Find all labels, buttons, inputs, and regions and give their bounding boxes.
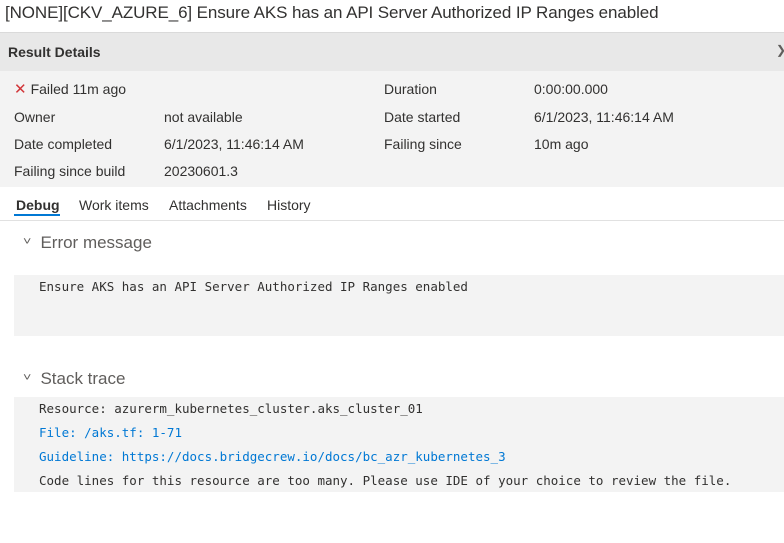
failing-since-build-label: Failing since build (14, 163, 126, 179)
error-message-text: Ensure AKS has an API Server Authorized … (39, 279, 468, 294)
duration-value: 0:00:00.000 (534, 81, 608, 97)
failing-since-label: Failing since (384, 136, 462, 152)
result-details-title: Result Details (8, 44, 101, 60)
status-text: Failed 11m ago (30, 81, 127, 97)
tab-history[interactable]: History (267, 197, 311, 213)
stack-trace-box: Resource: azurerm_kubernetes_cluster.aks… (14, 397, 784, 492)
error-message-toggle[interactable]: ˅ Error message (23, 233, 152, 253)
tab-work-items[interactable]: Work items (79, 197, 149, 213)
stack-line-resource: Resource: azurerm_kubernetes_cluster.aks… (39, 401, 423, 416)
owner-label: Owner (14, 109, 56, 125)
date-started-value: 6/1/2023, 11:46:14 AM (534, 109, 674, 125)
error-message-title: Error message (40, 233, 152, 252)
tab-debug[interactable]: Debug (16, 197, 60, 213)
date-completed-label: Date completed (14, 136, 113, 152)
owner-value: not available (164, 109, 243, 125)
chevron-down-icon: ˅ (23, 236, 32, 248)
chevron-icon[interactable]: ❯ (776, 43, 784, 57)
status-row: ✕ Failed 11m ago (14, 80, 126, 98)
page-title: [NONE][CKV_AZURE_6] Ensure AKS has an AP… (5, 3, 659, 22)
failing-since-value: 10m ago (534, 136, 589, 152)
tab-bar: Debug Work items Attachments History (0, 188, 784, 221)
stack-line-file-link[interactable]: File: /aks.tf: 1-71 (39, 425, 182, 440)
stack-trace-title: Stack trace (40, 369, 126, 388)
result-details-header[interactable]: Result Details ❯ (0, 32, 784, 72)
duration-label: Duration (384, 81, 437, 97)
stack-line-note: Code lines for this resource are too man… (39, 473, 732, 488)
failing-since-build-value: 20230601.3 (164, 163, 238, 179)
failed-x-icon: ✕ (14, 81, 27, 98)
chevron-down-icon: ˅ (23, 372, 32, 384)
date-completed-value: 6/1/2023, 11:46:14 AM (164, 136, 304, 152)
active-tab-indicator (14, 214, 60, 216)
result-details-panel: ✕ Failed 11m ago Owner not available Date… (0, 71, 784, 187)
error-message-box: Ensure AKS has an API Server Authorized … (14, 275, 784, 336)
stack-line-guideline-link[interactable]: Guideline: https://docs.bridgecrew.io/do… (39, 449, 506, 464)
date-started-label: Date started (384, 109, 461, 125)
tab-attachments[interactable]: Attachments (169, 197, 247, 213)
stack-trace-toggle[interactable]: ˅ Stack trace (23, 369, 126, 389)
